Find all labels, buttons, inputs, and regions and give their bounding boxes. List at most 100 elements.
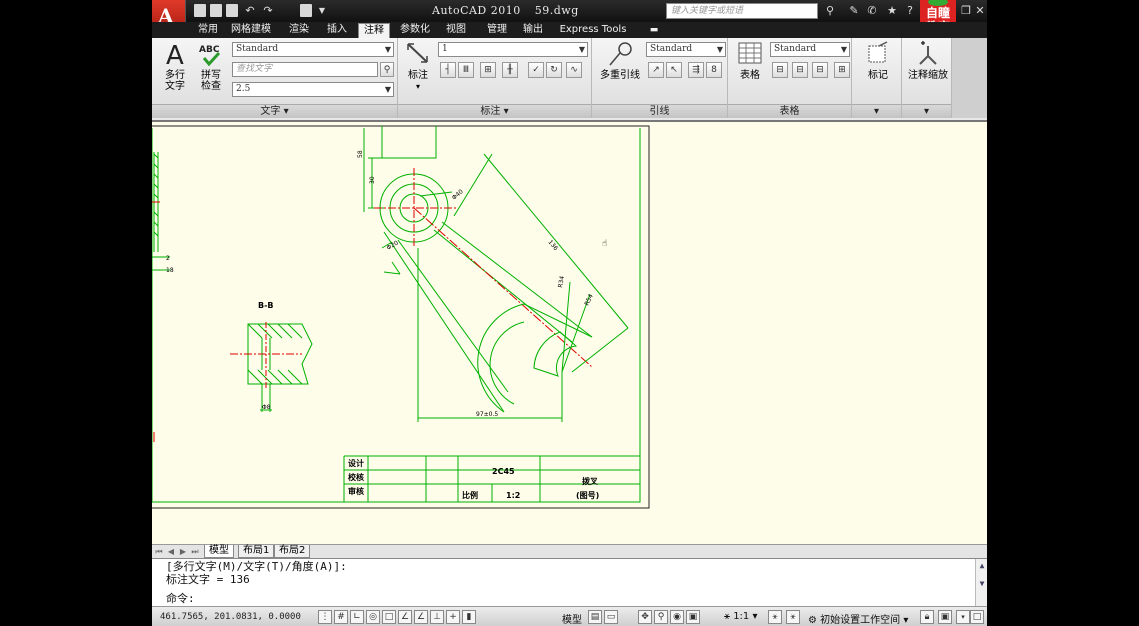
showmotion-icon[interactable]: ▣ — [686, 610, 700, 624]
dynamic-input-icon[interactable]: + — [446, 610, 460, 624]
object-snap-tracking-icon[interactable]: ∠ — [414, 610, 428, 624]
3d-object-snap-icon[interactable]: ∠ — [398, 610, 412, 624]
table-button[interactable]: 表格 — [732, 40, 768, 81]
dynamic-ucs-icon[interactable]: ⊥ — [430, 610, 444, 624]
markup-button[interactable]: 标记 — [862, 40, 894, 81]
text-style-select[interactable]: Standard ▼ — [232, 42, 394, 57]
snap-mode-icon[interactable]: ⋮ — [318, 610, 332, 624]
annotation-scale-button[interactable]: 注释缩放 — [904, 40, 952, 81]
model-space-label[interactable]: 模型 — [562, 611, 582, 626]
markup-panel-expander[interactable]: ▾ — [852, 104, 901, 118]
close-window-icon[interactable]: ✕ — [974, 4, 986, 17]
collect-leader-icon[interactable]: 8 — [706, 62, 722, 78]
quick-access-dropdown-icon[interactable]: ▼ — [316, 4, 328, 17]
subscription-icon[interactable]: ✎ — [848, 4, 860, 17]
hardware-acceleration-icon[interactable]: ▣ — [938, 610, 952, 624]
next-layout-icon[interactable]: ▶ — [178, 547, 188, 557]
polar-tracking-icon[interactable]: ◎ — [366, 610, 380, 624]
tab-output[interactable]: 输出 — [518, 23, 548, 38]
communication-icon[interactable]: ✆ — [866, 4, 878, 17]
tab-layout2[interactable]: 布局2 — [274, 545, 311, 558]
ribbon-toggle-icon[interactable]: ▬ — [646, 23, 662, 38]
redo-icon[interactable]: ↷ — [262, 4, 274, 17]
scroll-down-icon[interactable]: ▼ — [977, 579, 987, 589]
spell-check-button[interactable]: ABC 拼写 检查 — [196, 40, 226, 92]
dim-jog-icon[interactable]: ∿ — [566, 62, 582, 78]
link-data-icon[interactable]: ⊟ — [772, 62, 788, 78]
statusbar-menu-icon[interactable]: ▾ — [956, 610, 970, 624]
steering-wheel-icon[interactable]: ◉ — [670, 610, 684, 624]
ortho-mode-icon[interactable]: ∟ — [350, 610, 364, 624]
clean-screen-icon[interactable]: □ — [970, 610, 984, 624]
save-icon[interactable] — [226, 4, 238, 17]
download-data-icon[interactable]: ⊟ — [812, 62, 828, 78]
multileader-button[interactable]: 多重引线 — [596, 40, 644, 81]
align-leader-icon[interactable]: ⇶ — [688, 62, 704, 78]
coordinate-readout[interactable]: 461.7565, 201.0831, 0.0000 — [160, 612, 301, 622]
new-file-icon[interactable] — [194, 4, 206, 17]
tab-render[interactable]: 渲染 — [284, 23, 314, 38]
layout-view-icon[interactable]: ▤ — [588, 610, 602, 624]
lock-icon[interactable]: 🔒︎ — [920, 610, 934, 624]
undo-icon[interactable]: ↶ — [244, 4, 256, 17]
quick-view-drawings-icon[interactable]: ▭ — [604, 610, 618, 624]
find-text-input[interactable]: 查找文字 — [232, 62, 378, 77]
upload-data-icon[interactable]: ⊞ — [834, 62, 850, 78]
binoculars-icon[interactable]: ⚲ — [824, 4, 836, 17]
restore-window-icon[interactable]: ❐ — [960, 4, 972, 17]
tab-home[interactable]: 常用 — [194, 23, 222, 38]
tab-parametric[interactable]: 参数化 — [396, 23, 434, 38]
mtext-button[interactable]: A 多行 文字 — [160, 40, 190, 92]
dim-break-icon[interactable]: ┤ — [440, 62, 456, 78]
scroll-up-icon[interactable]: ▲ — [977, 561, 987, 571]
leader-panel-title[interactable]: 引线 — [592, 104, 727, 118]
table-style-select[interactable]: Standard ▼ — [770, 42, 850, 57]
command-window[interactable]: [多行文字(M)/文字(T)/角度(A)]: 标注文字 = 136 命令: ▲ … — [152, 558, 987, 607]
prev-layout-icon[interactable]: ◀ — [166, 547, 176, 557]
cad-drawing[interactable]: 2 18 B-B Φ8 58 30 136 R34 R54 Φ40 Φ20 97… — [152, 122, 987, 546]
command-scrollbar[interactable]: ▲ ▼ — [975, 559, 987, 607]
text-panel-title[interactable]: 文字 ▾ — [152, 104, 397, 118]
drawing-canvas[interactable]: 2 18 B-B Φ8 58 30 136 R34 R54 Φ40 Φ20 97… — [152, 120, 987, 544]
workspace-switch[interactable]: ⚙ 初始设置工作空间 ▾ — [808, 611, 908, 626]
leader-style-select[interactable]: Standard ▼ — [646, 42, 726, 57]
tab-layout1[interactable]: 布局1 — [238, 545, 275, 558]
annotation-scaling-panel-expander[interactable]: ▾ — [902, 104, 951, 118]
tab-manage[interactable]: 管理 — [482, 23, 512, 38]
dimension-panel-title[interactable]: 标注 ▾ — [398, 104, 591, 118]
help-search-input[interactable]: 键入关键字或短语 — [666, 3, 818, 19]
tab-view[interactable]: 视图 — [442, 23, 470, 38]
object-snap-icon[interactable]: □ — [382, 610, 396, 624]
dim-space-icon[interactable]: Ⅲ — [458, 62, 474, 78]
grid-display-icon[interactable]: # — [334, 610, 348, 624]
zoom-icon[interactable]: ⚲ — [654, 610, 668, 624]
dimension-button[interactable]: 标注 ▾ — [404, 40, 432, 92]
open-file-icon[interactable] — [210, 4, 222, 17]
dim-inspect-icon[interactable]: ✓ — [528, 62, 544, 78]
table-panel-title[interactable]: 表格 — [728, 104, 851, 118]
print-icon[interactable] — [300, 4, 312, 17]
extract-data-icon[interactable]: ⊟ — [792, 62, 808, 78]
add-leader-icon[interactable]: ↗ — [648, 62, 664, 78]
lineweight-icon[interactable]: ▮ — [462, 610, 476, 624]
annotation-scale-readout[interactable]: ⚹ 1:1 ▾ — [724, 611, 757, 622]
command-prompt[interactable]: 命令: — [166, 593, 195, 605]
annotation-visibility-icon[interactable]: ⚹ — [768, 610, 782, 624]
dimension-style-select[interactable]: 1 ▼ — [438, 42, 588, 57]
dim-continue-icon[interactable]: ⊞ — [480, 62, 496, 78]
tab-insert[interactable]: 插入 — [322, 23, 352, 38]
help-icon[interactable]: ? — [904, 4, 916, 17]
remove-leader-icon[interactable]: ↖ — [666, 62, 682, 78]
first-layout-icon[interactable]: ⏮ — [154, 547, 164, 557]
favorites-star-icon[interactable]: ★ — [886, 4, 898, 17]
last-layout-icon[interactable]: ⏭ — [190, 547, 200, 557]
find-replace-icon[interactable]: ⚲ — [380, 62, 394, 77]
tab-model[interactable]: 模型 — [204, 545, 234, 558]
text-height-select[interactable]: 2.5 ▼ — [232, 82, 394, 97]
tab-annotate[interactable]: 注释 — [358, 23, 390, 38]
auto-scale-icon[interactable]: ⚹ — [786, 610, 800, 624]
tab-express-tools[interactable]: Express Tools — [556, 23, 630, 38]
pan-icon[interactable]: ✥ — [638, 610, 652, 624]
dim-update-icon[interactable]: ↻ — [546, 62, 562, 78]
tab-mesh-modeling[interactable]: 网格建模 — [224, 23, 278, 38]
